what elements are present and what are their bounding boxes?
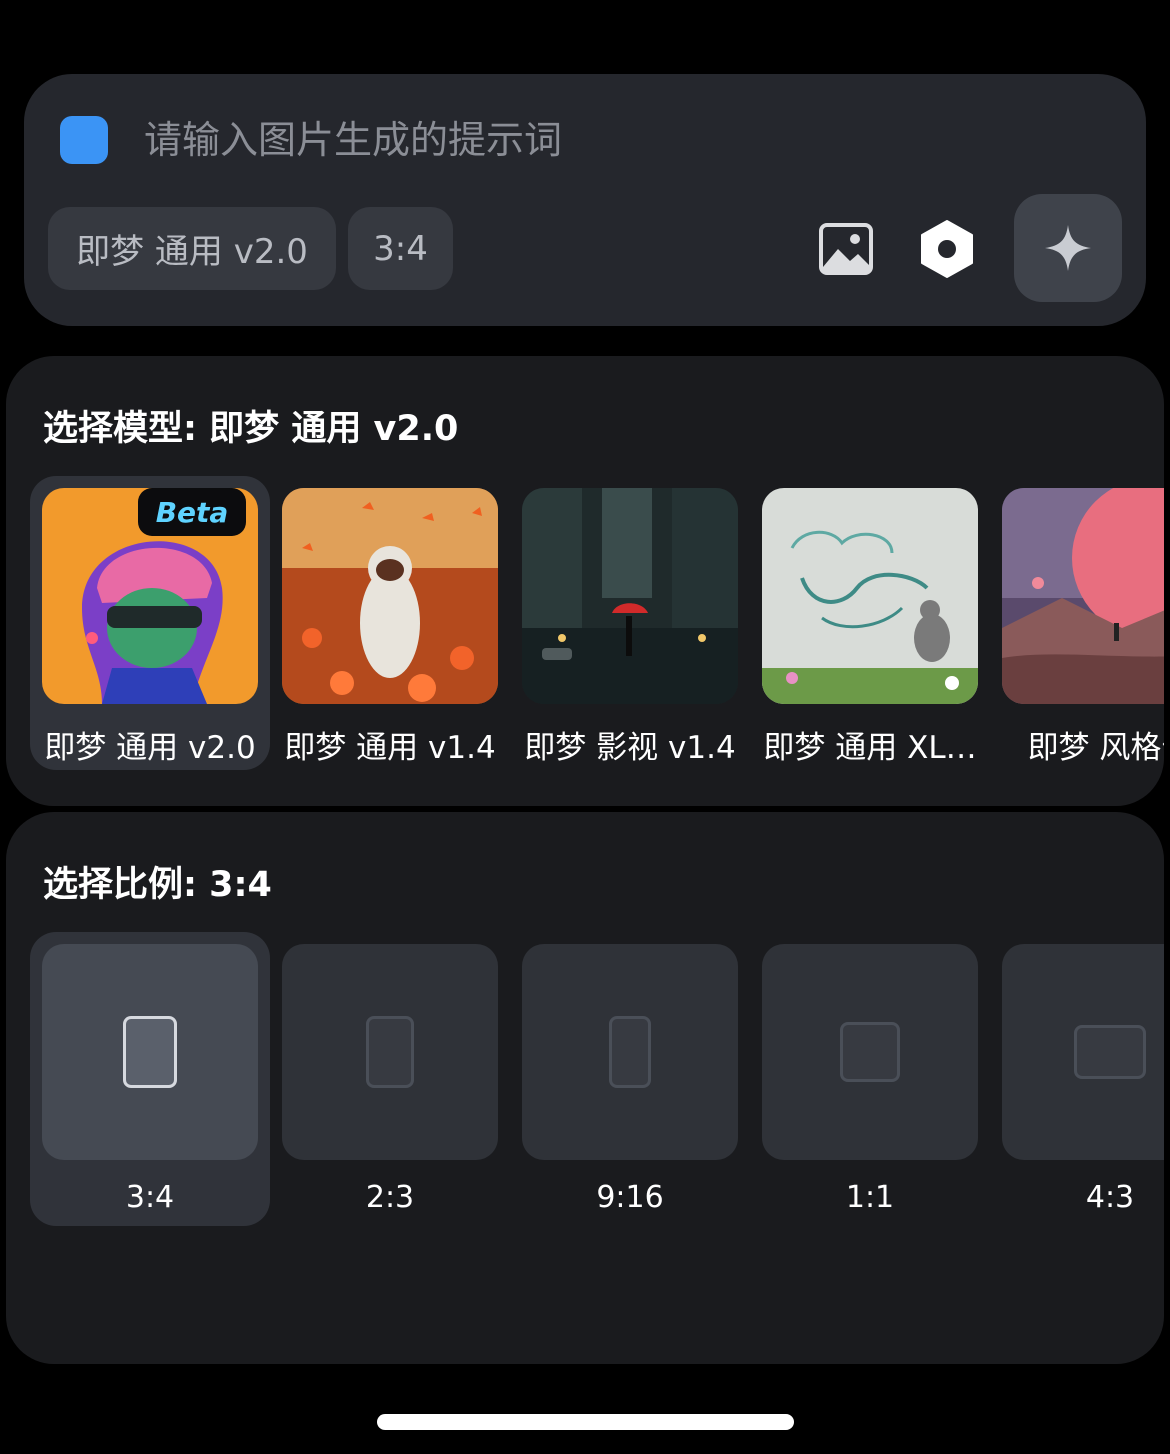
prompt-card: 即梦 通用 v2.0 3:4 xyxy=(24,74,1146,326)
model-item-general-v2[interactable]: Beta 即梦 通用 v2.0 xyxy=(30,476,270,770)
ratio-item-3-4[interactable]: 3:4 xyxy=(30,932,270,1226)
model-thumbnail xyxy=(762,488,978,704)
ratio-panel-title: 选择比例: 3:4 xyxy=(43,865,272,905)
model-item-general-v1-4[interactable]: 即梦 通用 v1.4 xyxy=(270,476,510,770)
beta-badge: Beta xyxy=(138,488,246,536)
settings-button[interactable] xyxy=(912,214,982,284)
ratio-label: 1:1 xyxy=(845,1180,895,1215)
ratio-item-9-16[interactable]: 9:16 xyxy=(510,932,750,1226)
model-label: 即梦 通用 v1.4 xyxy=(284,730,496,766)
app-logo-icon xyxy=(60,116,108,164)
ratio-item-2-3[interactable]: 2:3 xyxy=(270,932,510,1226)
image-upload-icon xyxy=(819,223,873,275)
model-label: 即梦 通用 v2.0 xyxy=(44,730,256,766)
ratio-label: 9:16 xyxy=(596,1180,664,1215)
ratio-panel: 选择比例: 3:4 3:4 2:3 9:16 1:1 4:3 xyxy=(6,812,1164,1364)
ratio-preview xyxy=(1002,944,1164,1160)
model-item-film-v1-4[interactable]: 即梦 影视 v1.4 xyxy=(510,476,750,770)
model-item-general-xl[interactable]: 即梦 通用 XL… xyxy=(750,476,990,770)
model-thumbnail xyxy=(282,488,498,704)
ratio-shape-icon xyxy=(840,1022,900,1082)
hexagon-settings-icon xyxy=(921,220,973,278)
model-panel-title: 选择模型: 即梦 通用 v2.0 xyxy=(43,409,459,449)
ratio-label: 4:3 xyxy=(1085,1180,1135,1215)
model-panel: 选择模型: 即梦 通用 v2.0 Beta 即梦 通用 v2.0 即梦 通用 v… xyxy=(6,356,1164,806)
model-label: 即梦 风格化 xyxy=(1027,730,1164,766)
model-thumbnail xyxy=(522,488,738,704)
ratio-shape-icon xyxy=(609,1016,651,1088)
model-chip[interactable]: 即梦 通用 v2.0 xyxy=(48,207,336,290)
ratio-label: 3:4 xyxy=(125,1180,175,1215)
generate-button[interactable] xyxy=(1014,194,1122,302)
prompt-input[interactable] xyxy=(144,112,1044,168)
home-indicator[interactable] xyxy=(377,1414,794,1430)
ratio-shape-icon xyxy=(366,1016,414,1088)
model-thumbnail xyxy=(1002,488,1164,704)
ratio-chip-label: 3:4 xyxy=(373,228,428,269)
sparkle-icon xyxy=(1045,225,1091,271)
model-item-stylized[interactable]: 即梦 风格化 xyxy=(990,476,1164,770)
model-label: 即梦 通用 XL… xyxy=(763,730,977,766)
ratio-shape-icon xyxy=(1074,1025,1146,1079)
model-chip-label: 即梦 通用 v2.0 xyxy=(76,232,308,272)
ratio-chip[interactable]: 3:4 xyxy=(348,207,453,290)
ratio-preview xyxy=(42,944,258,1160)
ratio-item-4-3[interactable]: 4:3 xyxy=(990,932,1164,1226)
ratio-preview xyxy=(282,944,498,1160)
image-upload-button[interactable] xyxy=(811,214,881,284)
ratio-preview xyxy=(522,944,738,1160)
ratio-label: 2:3 xyxy=(365,1180,415,1215)
ratio-preview xyxy=(762,944,978,1160)
ratio-item-1-1[interactable]: 1:1 xyxy=(750,932,990,1226)
ratio-shape-icon xyxy=(123,1016,177,1088)
model-label: 即梦 影视 v1.4 xyxy=(524,730,736,766)
